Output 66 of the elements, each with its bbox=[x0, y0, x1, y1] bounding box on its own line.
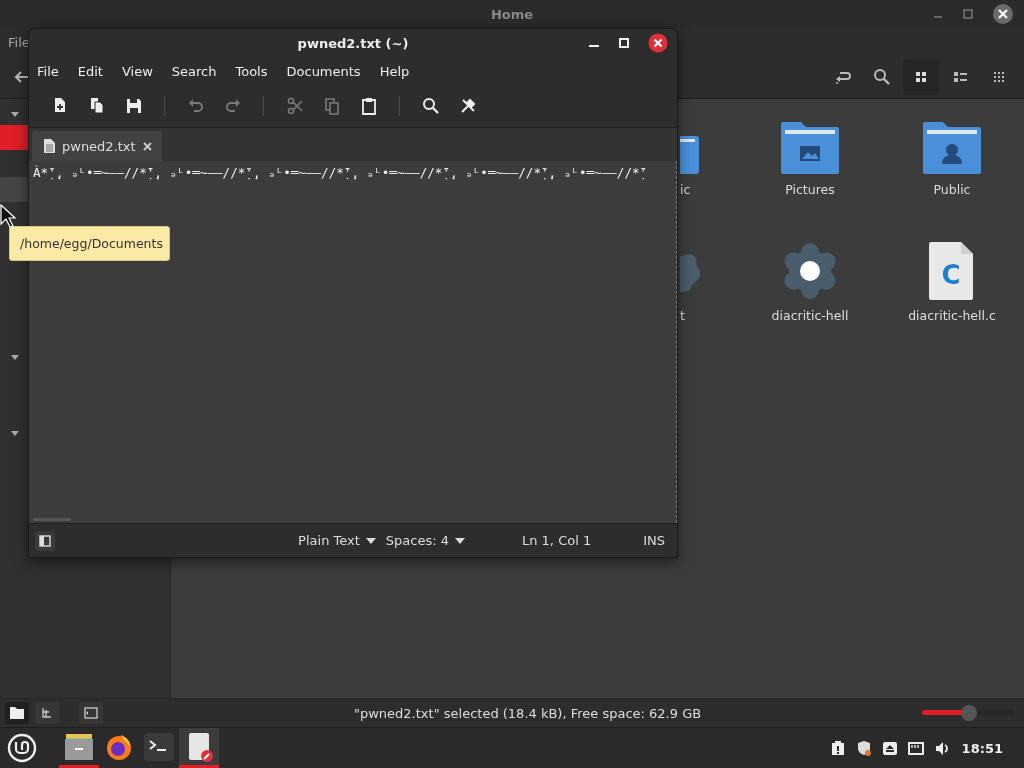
copy-icon bbox=[322, 97, 341, 115]
file-manager-icon bbox=[63, 731, 95, 762]
menu-item[interactable]: Tools bbox=[235, 63, 268, 79]
slider-thumb[interactable] bbox=[960, 705, 977, 721]
insert-mode: INS bbox=[643, 533, 665, 548]
terminal-icon bbox=[143, 731, 175, 762]
menu-item[interactable]: View bbox=[121, 63, 153, 79]
side-panel-button[interactable] bbox=[35, 530, 55, 551]
window-title: pwned2.txt (~) bbox=[297, 35, 409, 51]
window-title: Home bbox=[490, 6, 534, 22]
menu-item[interactable]: File bbox=[37, 63, 59, 79]
caret-icon bbox=[455, 537, 465, 544]
shield-icon[interactable] bbox=[855, 740, 872, 756]
menu-item[interactable]: Edit bbox=[77, 63, 103, 79]
document-icon bbox=[44, 139, 55, 153]
places-button[interactable] bbox=[5, 702, 29, 724]
file-name[interactable]: Pictures bbox=[785, 182, 835, 197]
tree-button[interactable] bbox=[35, 702, 59, 724]
back-arrow-icon[interactable] bbox=[13, 70, 29, 84]
expander-icon[interactable] bbox=[10, 109, 20, 119]
menu-item[interactable]: Documents bbox=[286, 63, 361, 79]
clipboard-alert-icon[interactable] bbox=[829, 740, 846, 756]
scissors-icon bbox=[285, 97, 304, 115]
clipboard-icon bbox=[359, 97, 378, 115]
save-icon bbox=[124, 97, 143, 115]
mouse-cursor-icon bbox=[0, 204, 16, 228]
sidebar-toggle-button[interactable] bbox=[79, 702, 103, 724]
close-icon[interactable] bbox=[992, 3, 1014, 25]
logo-icon bbox=[7, 733, 37, 763]
menu-item[interactable]: Help bbox=[379, 63, 410, 79]
file-name[interactable]: diacritic-hell bbox=[771, 308, 849, 323]
search-icon bbox=[873, 68, 891, 86]
search-icon bbox=[421, 97, 440, 115]
tooltip: /home/egg/Documents bbox=[9, 226, 170, 261]
expander-icon[interactable] bbox=[10, 352, 20, 362]
menu-item[interactable]: File bbox=[8, 34, 30, 50]
file-name[interactable]: diacritic-hell.c bbox=[908, 308, 996, 323]
eject-icon[interactable] bbox=[881, 740, 898, 756]
pictures-folder-icon[interactable] bbox=[781, 122, 839, 174]
network-icon[interactable] bbox=[907, 740, 924, 756]
menu-item[interactable]: Search bbox=[171, 63, 217, 79]
close-icon[interactable] bbox=[648, 33, 668, 53]
tree-icon bbox=[41, 707, 53, 719]
folder-icon bbox=[10, 707, 24, 719]
status-text: "pwned2.txt" selected (18.4 kB), Free space: 62.9 GB bbox=[354, 705, 702, 721]
language-dropdown[interactable]: Plain Text bbox=[293, 533, 381, 548]
document-tab[interactable]: pwned2.txt bbox=[32, 131, 162, 161]
user-folder-icon[interactable] bbox=[923, 122, 981, 174]
expander-icon[interactable] bbox=[10, 428, 20, 438]
speaker-icon[interactable] bbox=[933, 740, 950, 756]
tab-label[interactable]: pwned2.txt bbox=[62, 138, 136, 154]
cursor-position: Ln 1, Col 1 bbox=[522, 533, 592, 548]
close-icon[interactable] bbox=[142, 141, 152, 151]
view-button[interactable] bbox=[903, 59, 939, 95]
panel-icon bbox=[39, 534, 51, 547]
indent-dropdown[interactable]: Spaces: 4 bbox=[380, 533, 470, 548]
file-name[interactable]: t bbox=[680, 308, 685, 323]
redo-icon bbox=[223, 97, 242, 115]
file-name[interactable]: Public bbox=[933, 182, 971, 197]
text-line: À*̣̈'̣, ₔᴸ•═~——//*̣̈'̣, ₔᴸ•═~——//*̣̈'̣, ₔᴸ•═~——//*̣̈'̣, ₔᴸ•═~——//*̣̈'̣, ₔᴸ•═~——//*̣̈'̣, ₔᴸ•═~——//*̣̈' bbox=[33, 164, 649, 182]
panel-icon bbox=[84, 707, 98, 719]
caret-icon bbox=[365, 537, 376, 544]
zoom-slider[interactable] bbox=[922, 705, 1015, 721]
file-name[interactable]: ic bbox=[680, 182, 691, 197]
clock[interactable]: 18:51 bbox=[961, 740, 1003, 756]
taskbar-app[interactable] bbox=[179, 728, 219, 768]
